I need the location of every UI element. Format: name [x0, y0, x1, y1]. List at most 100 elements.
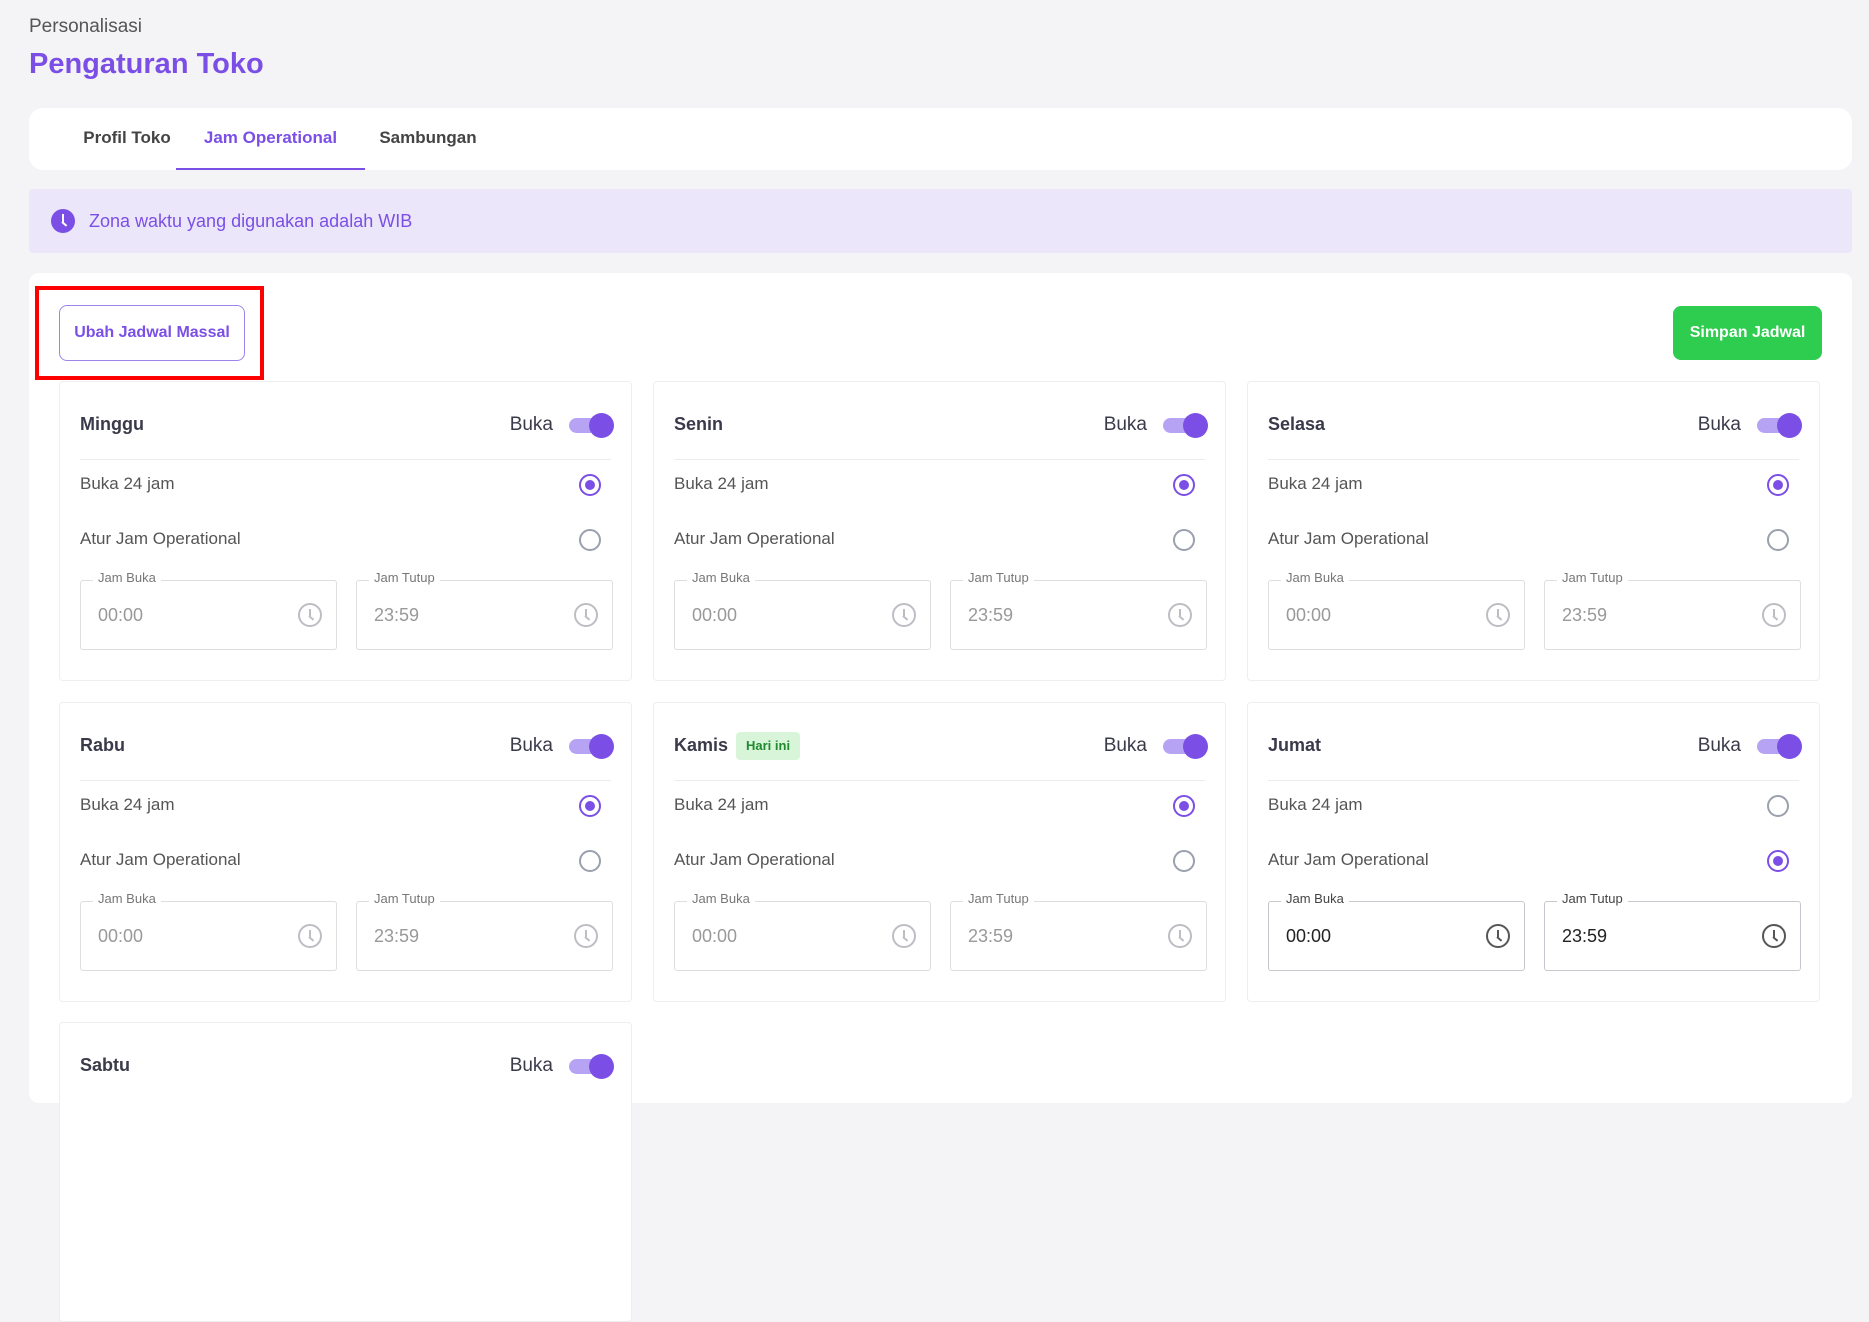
custom-hours-label: Atur Jam Operational: [674, 850, 835, 869]
open-24h-label: Buka 24 jam: [674, 474, 769, 493]
open-time-field-value: 00:00: [98, 926, 144, 946]
open-24h-radio[interactable]: [1173, 474, 1195, 496]
custom-hours-label: Atur Jam Operational: [674, 529, 835, 548]
divider: [674, 780, 1205, 781]
clock-icon[interactable]: [1486, 924, 1510, 948]
open-toggle[interactable]: [569, 413, 614, 438]
open-time-field-value: 00:00: [1286, 926, 1332, 946]
open-label: Buka: [509, 414, 553, 435]
open-toggle[interactable]: [569, 734, 614, 759]
custom-hours-radio[interactable]: [1173, 529, 1195, 551]
custom-hours-radio[interactable]: [1767, 850, 1789, 872]
day-name: Jumat: [1268, 735, 1322, 755]
page: Personalisasi Pengaturan Toko Profil Tok…: [0, 0, 1869, 1322]
day-card-sabtu: Sabtu Buka: [59, 1022, 632, 1322]
page-title: Pengaturan Toko: [29, 48, 264, 80]
toggle-knob: [1183, 734, 1208, 759]
timezone-text: Zona waktu yang digunakan adalah WIB: [89, 211, 413, 231]
open-24h-radio[interactable]: [1767, 474, 1789, 496]
day-name: Sabtu: [80, 1055, 131, 1075]
day-name: Kamis: [674, 735, 729, 755]
open-toggle[interactable]: [1757, 734, 1802, 759]
custom-hours-radio[interactable]: [1767, 529, 1789, 551]
close-time-field-value: 23:59: [374, 605, 420, 625]
open-toggle[interactable]: [1757, 413, 1802, 438]
toggle-knob: [589, 1054, 614, 1079]
open-24h-radio[interactable]: [1767, 795, 1789, 817]
open-24h-radio[interactable]: [1173, 795, 1195, 817]
open-label: Buka: [509, 1055, 553, 1076]
clock-icon[interactable]: [1168, 603, 1192, 627]
day-name: Senin: [674, 414, 724, 434]
close-time-field[interactable]: Jam Tutup 23:59: [950, 891, 1207, 971]
divider: [674, 459, 1205, 460]
day-card-minggu: Minggu Buka Buka 24 jam Atur Jam Operationa…: [59, 381, 632, 681]
open-label: Buka: [1697, 414, 1741, 435]
close-time-field-value: 23:59: [1562, 605, 1608, 625]
clock-icon[interactable]: [892, 924, 916, 948]
tab-sambungan[interactable]: Sambungan: [369, 108, 487, 170]
close-time-field[interactable]: Jam Tutup 23:59: [356, 891, 613, 971]
day-name: Selasa: [1268, 414, 1326, 434]
close-time-field[interactable]: Jam Tutup 23:59: [356, 570, 613, 650]
open-label: Buka: [1697, 735, 1741, 756]
custom-hours-radio[interactable]: [579, 850, 601, 872]
toggle-knob: [1777, 734, 1802, 759]
clock-icon[interactable]: [1762, 603, 1786, 627]
clock-icon[interactable]: [1486, 603, 1510, 627]
day-card-kamis: Kamis Hari ini Buka Buka 24 jam Atur Jam Ope…: [653, 702, 1226, 1002]
open-label: Buka: [509, 735, 553, 756]
open-time-field-value: 00:00: [1286, 605, 1332, 625]
custom-hours-label: Atur Jam Operational: [1268, 529, 1429, 548]
clock-icon[interactable]: [574, 603, 598, 627]
close-time-field-value: 23:59: [968, 605, 1014, 625]
open-24h-label: Buka 24 jam: [674, 795, 769, 814]
close-time-field-value: 23:59: [968, 926, 1014, 946]
divider: [80, 780, 611, 781]
open-label: Buka: [1103, 414, 1147, 435]
save-schedule-button[interactable]: Simpan Jadwal: [1673, 306, 1822, 360]
day-name: Minggu: [80, 414, 144, 434]
open-label: Buka: [1103, 735, 1147, 756]
breadcrumb: Personalisasi: [29, 16, 142, 37]
open-time-field[interactable]: Jam Buka 00:00: [80, 570, 337, 650]
toggle-knob: [589, 413, 614, 438]
timezone-banner: Zona waktu yang digunakan adalah WIB: [29, 189, 1852, 253]
clock-icon[interactable]: [298, 603, 322, 627]
clock-icon[interactable]: [1762, 924, 1786, 948]
open-24h-label: Buka 24 jam: [80, 795, 175, 814]
open-time-field-value: 00:00: [692, 605, 738, 625]
toggle-knob: [1777, 413, 1802, 438]
toggle-knob: [589, 734, 614, 759]
open-toggle[interactable]: [1163, 734, 1208, 759]
open-time-field[interactable]: Jam Buka 00:00: [674, 570, 931, 650]
toggle-knob: [1183, 413, 1208, 438]
open-24h-radio[interactable]: [579, 474, 601, 496]
today-badge: Hari ini: [736, 732, 801, 760]
clock-icon[interactable]: [298, 924, 322, 948]
open-toggle[interactable]: [1163, 413, 1208, 438]
tabs-bar: Profil Toko Jam Operational Sambungan: [29, 108, 1852, 170]
clock-icon[interactable]: [892, 603, 916, 627]
divider: [1268, 459, 1799, 460]
close-time-field[interactable]: Jam Tutup 23:59: [950, 570, 1207, 650]
day-card-jumat: Jumat Buka Buka 24 jam Atur Jam Operational…: [1247, 702, 1820, 1002]
custom-hours-label: Atur Jam Operational: [1268, 850, 1429, 869]
tab-jam-operational[interactable]: Jam Operational: [176, 108, 365, 170]
clock-icon[interactable]: [1168, 924, 1192, 948]
open-24h-label: Buka 24 jam: [80, 474, 175, 493]
open-time-field[interactable]: Jam Buka 00:00: [80, 891, 337, 971]
day-card-senin: Senin Buka Buka 24 jam Atur Jam Operational…: [653, 381, 1226, 681]
open-time-field[interactable]: Jam Buka 00:00: [674, 891, 931, 971]
custom-hours-radio[interactable]: [1173, 850, 1195, 872]
open-24h-radio[interactable]: [579, 795, 601, 817]
close-time-field[interactable]: Jam Tutup 23:59: [1544, 891, 1801, 971]
custom-hours-radio[interactable]: [579, 529, 601, 551]
open-time-field[interactable]: Jam Buka 00:00: [1268, 891, 1525, 971]
clock-icon[interactable]: [574, 924, 598, 948]
open-time-field[interactable]: Jam Buka 00:00: [1268, 570, 1525, 650]
open-toggle[interactable]: [569, 1054, 614, 1079]
close-time-field[interactable]: Jam Tutup 23:59: [1544, 570, 1801, 650]
tab-profil-toko[interactable]: Profil Toko: [65, 108, 189, 170]
open-24h-label: Buka 24 jam: [1268, 474, 1363, 493]
